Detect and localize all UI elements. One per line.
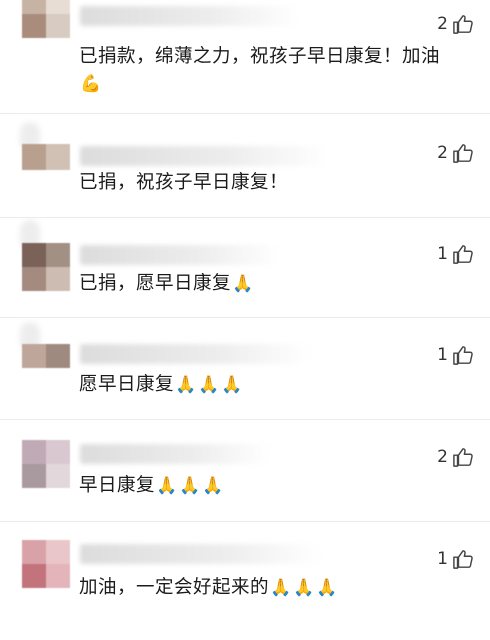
avatar-pixel bbox=[22, 464, 46, 488]
avatar[interactable] bbox=[22, 440, 70, 488]
like-button[interactable]: 2 bbox=[437, 143, 474, 163]
comment-item: 2 早日康复🙏🙏🙏 bbox=[0, 420, 490, 522]
avatar-pixel bbox=[22, 0, 46, 14]
praying-hands-icon: 🙏🙏🙏 bbox=[175, 375, 245, 395]
comment-item: 2 已捐款，绵薄之力，祝孩子早日康复！加油 💪 bbox=[0, 0, 490, 114]
like-button[interactable]: 1 bbox=[437, 549, 474, 569]
username-blurred bbox=[80, 146, 330, 166]
comment-text: 加油，一定会好起来的🙏🙏🙏 bbox=[79, 575, 340, 601]
username-blurred bbox=[80, 344, 310, 364]
username-blurred bbox=[80, 544, 320, 564]
comment-item: 2 已捐，祝孩子早日康复！ bbox=[0, 114, 490, 218]
comment-feed: 2 已捐款，绵薄之力，祝孩子早日康复！加油 💪 2 已捐，祝孩子早日康复！ 1 … bbox=[0, 0, 490, 640]
avatar-pixel bbox=[46, 344, 70, 368]
avatar-pixel bbox=[46, 144, 70, 170]
avatar-pixel bbox=[22, 440, 46, 464]
thumbs-up-icon bbox=[453, 346, 473, 365]
avatar-pixel bbox=[46, 464, 70, 488]
comment-item: 1 已捐，愿早日康复🙏 bbox=[0, 218, 490, 318]
like-button[interactable]: 2 bbox=[437, 14, 474, 34]
thumbs-up-icon bbox=[453, 550, 473, 569]
thumbs-up-icon bbox=[453, 15, 473, 34]
praying-hands-icon: 🙏 bbox=[232, 274, 256, 294]
avatar-pixel bbox=[22, 14, 46, 38]
like-count: 1 bbox=[437, 244, 448, 264]
comment-body: 加油，一定会好起来的 bbox=[79, 577, 270, 598]
comment-body: 已捐，愿早日康复 bbox=[79, 273, 232, 294]
like-count: 2 bbox=[437, 447, 448, 467]
comment-text: 已捐款，绵薄之力，祝孩子早日康复！加油 bbox=[79, 44, 440, 70]
avatar-pixel bbox=[46, 564, 70, 588]
comment-body: 已捐，祝孩子早日康复！ bbox=[79, 172, 289, 193]
comment-text: 已捐，愿早日康复🙏 bbox=[79, 271, 255, 297]
comment-text: 愿早日康复🙏🙏🙏 bbox=[79, 372, 245, 398]
muscle-emoji-icon: 💪 bbox=[80, 74, 102, 94]
thumbs-up-icon bbox=[453, 448, 473, 467]
username-blurred bbox=[80, 6, 300, 26]
comment-item: 1 愿早日康复🙏🙏🙏 bbox=[0, 318, 490, 420]
avatar-pixel bbox=[46, 440, 70, 464]
praying-hands-icon: 🙏🙏🙏 bbox=[270, 578, 340, 598]
avatar-pixel bbox=[22, 540, 46, 564]
comment-text: 已捐，祝孩子早日康复！ bbox=[79, 170, 288, 196]
thumbs-up-icon bbox=[453, 245, 473, 264]
comment-body: 已捐款，绵薄之力，祝孩子早日康复！加油 bbox=[79, 46, 441, 67]
like-button[interactable]: 2 bbox=[437, 447, 474, 467]
avatar[interactable] bbox=[22, 144, 70, 170]
comment-body: 早日康复 bbox=[79, 475, 156, 496]
avatar-pixel bbox=[46, 267, 70, 291]
avatar[interactable] bbox=[22, 344, 70, 368]
avatar-pixel bbox=[46, 0, 70, 14]
comment-text-line2: 💪 bbox=[79, 71, 102, 97]
avatar-pixel bbox=[22, 144, 46, 170]
avatar[interactable] bbox=[22, 540, 70, 588]
avatar-pixel bbox=[22, 564, 46, 588]
praying-hands-icon: 🙏🙏🙏 bbox=[156, 476, 226, 496]
avatar-pixel bbox=[46, 243, 70, 267]
comment-body: 愿早日康复 bbox=[79, 374, 175, 395]
like-button[interactable]: 1 bbox=[437, 244, 474, 264]
avatar-pixel bbox=[22, 344, 46, 368]
avatar-pixel bbox=[22, 243, 46, 267]
avatar-pixel bbox=[22, 267, 46, 291]
avatar[interactable] bbox=[22, 0, 70, 38]
comment-item: 1 加油，一定会好起来的🙏🙏🙏 bbox=[0, 522, 490, 640]
username-blurred bbox=[80, 245, 280, 265]
avatar-pixel bbox=[46, 14, 70, 38]
like-count: 2 bbox=[437, 143, 448, 163]
thumbs-up-icon bbox=[453, 144, 473, 163]
comment-text: 早日康复🙏🙏🙏 bbox=[79, 473, 226, 499]
like-count: 1 bbox=[437, 345, 448, 365]
avatar-pixel bbox=[46, 540, 70, 564]
avatar[interactable] bbox=[22, 243, 70, 291]
like-count: 1 bbox=[437, 549, 448, 569]
username-blurred bbox=[80, 444, 270, 464]
like-button[interactable]: 1 bbox=[437, 345, 474, 365]
like-count: 2 bbox=[437, 14, 448, 34]
